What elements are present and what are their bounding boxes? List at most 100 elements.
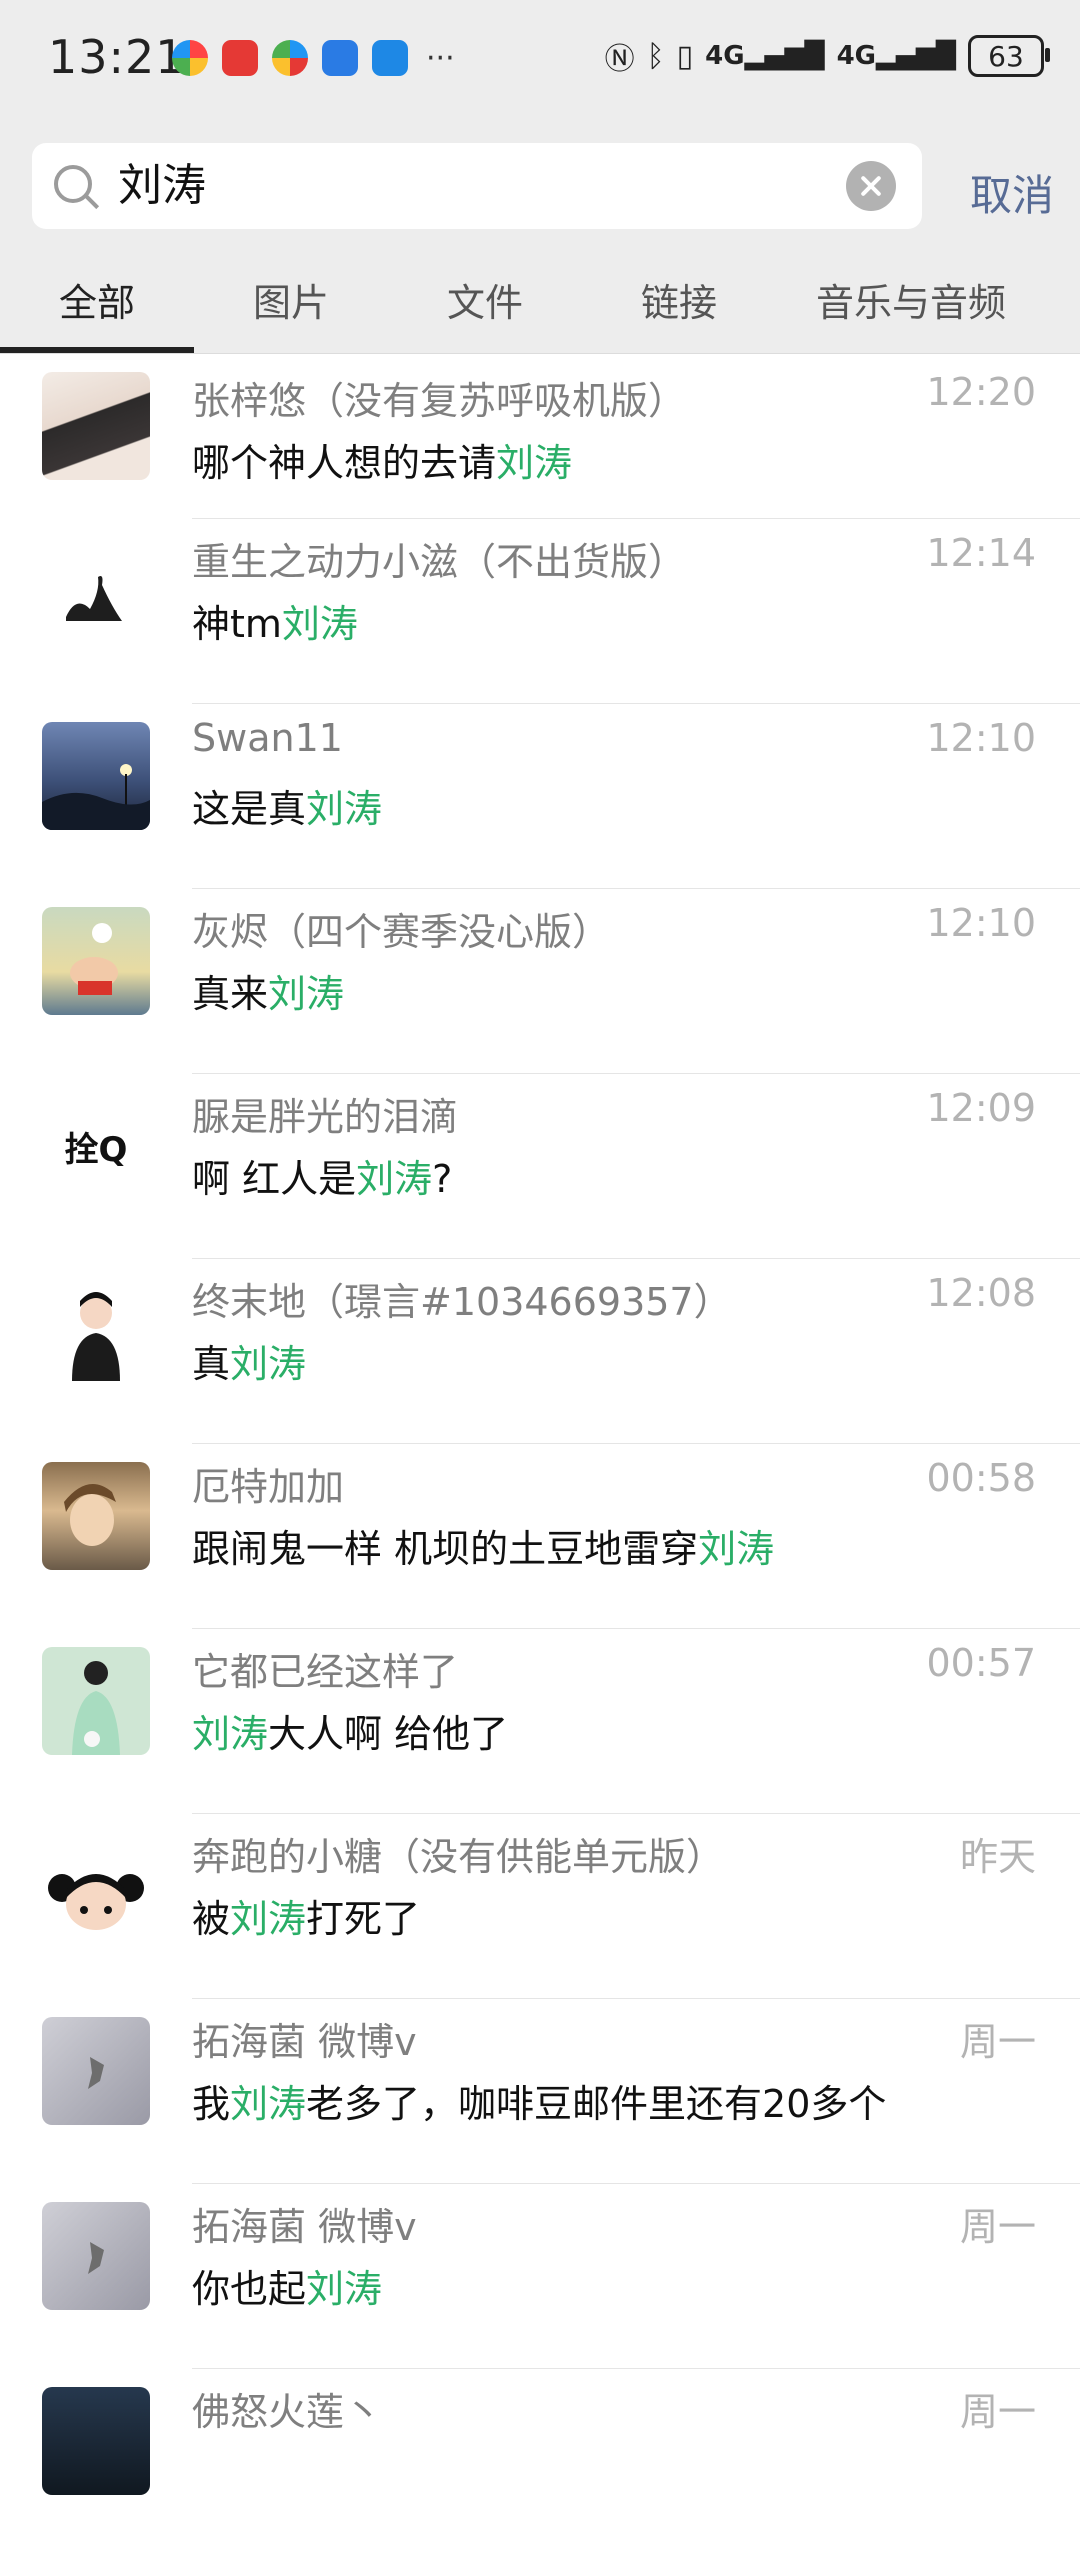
signal-4g-icon: 4G▂▄▆█ [705,41,825,71]
chat-name: 它都已经这样了 [192,1650,459,1694]
list-item[interactable]: 佛怒火莲丶 周一 [0,2369,1080,2554]
message-snippet: 神tm刘涛 [192,602,358,646]
chat-name: 佛怒火莲丶 [192,2390,383,2434]
avatar [42,2387,150,2495]
avatar-text: 拴Q [64,1129,128,1170]
list-item[interactable]: 拓海菌 微博v 周一 我刘涛老多了，咖啡豆邮件里还有20多个 [0,1999,1080,2184]
battery-icon: 63 [968,35,1050,77]
active-tab-indicator [0,347,194,353]
avatar [42,1462,150,1570]
app-notification-icon [172,40,208,76]
chat-name: 脲是胖光的泪滴 [192,1095,459,1139]
cancel-button[interactable]: 取消 [964,161,1060,224]
clock: 13:21 [48,30,186,84]
avatar [42,537,150,645]
avatar [42,722,150,830]
avatar [42,372,150,480]
list-item[interactable]: 厄特加加 00:58 跟闹鬼一样 机坝的土豆地雷穿刘涛 [0,1444,1080,1629]
list-item[interactable]: 重生之动力小滋（不出货版） 12:14 神tm刘涛 [0,519,1080,704]
vibrate-icon: ▯ [676,38,694,74]
tab-all[interactable]: 全部 [0,253,194,353]
chat-name: 拓海菌 微博v [192,2205,417,2249]
chat-app-icon [372,40,408,76]
clear-icon[interactable] [846,161,896,211]
message-snippet: 被刘涛打死了 [192,1897,421,1941]
avatar [42,2017,150,2125]
notification-icons: ··· [172,40,455,76]
list-item[interactable]: 拴Q 脲是胖光的泪滴 12:09 啊 红人是刘涛? [0,1074,1080,1259]
chat-name: 终末地（璟言#1034669357） [192,1280,732,1324]
search-results-list: 张梓悠（没有复苏呼吸机版） 12:20 哪个神人想的去请刘涛 重生之动力小滋（不… [0,354,1080,2554]
tab-files[interactable]: 文件 [388,253,582,353]
chat-name: Swan11 [192,716,343,760]
search-input[interactable] [118,143,838,229]
message-snippet: 跟闹鬼一样 机坝的土豆地雷穿刘涛 [192,1527,775,1571]
message-time: 12:08 [926,1271,1036,1315]
message-time: 周一 [959,2020,1036,2064]
message-time: 周一 [959,2390,1036,2434]
search-box[interactable] [32,143,922,229]
app-notification-icon [272,40,308,76]
list-item[interactable]: 张梓悠（没有复苏呼吸机版） 12:20 哪个神人想的去请刘涛 [0,354,1080,519]
message-snippet: 我刘涛老多了，咖啡豆邮件里还有20多个 [192,2082,887,2126]
huawei-app-icon [222,40,258,76]
avatar [42,2202,150,2310]
battery-level: 63 [988,39,1024,73]
message-snippet: 这是真刘涛 [192,787,383,831]
bluetooth-icon: ᛒ [646,38,665,74]
keyword-highlight: 刘涛 [230,1342,307,1386]
list-item[interactable]: 奔跑的小糖（没有供能单元版） 昨天 被刘涛打死了 [0,1814,1080,1999]
list-item[interactable]: 终末地（璟言#1034669357） 12:08 真刘涛 [0,1259,1080,1444]
filter-tabs: 全部 图片 文件 链接 音乐与音频 [0,253,1080,354]
avatar [42,1832,150,1940]
keyword-highlight: 刘涛 [356,1157,433,1201]
chat-name: 拓海菌 微博v [192,2020,417,2064]
list-item[interactable]: Swan11 12:10 这是真刘涛 [0,704,1080,889]
message-time: 12:20 [926,370,1036,414]
status-bar: 13:21 ··· Ⓝ ᛒ ▯ 4G▂▄▆█ 4G▂▄▆█ 63 [0,0,1080,125]
message-time: 12:10 [926,716,1036,760]
message-snippet: 啊 红人是刘涛? [192,1157,453,1201]
chat-name: 奔跑的小糖（没有供能单元版） [192,1835,725,1879]
list-item[interactable]: 灰烬（四个赛季没心版） 12:10 真来刘涛 [0,889,1080,1074]
keyword-highlight: 刘涛 [496,441,573,485]
message-time: 周一 [959,2205,1036,2249]
message-snippet: 真刘涛 [192,1342,307,1386]
more-notifications-icon: ··· [426,40,455,76]
message-snippet: 刘涛大人啊 给他了 [192,1712,509,1756]
chat-name: 厄特加加 [192,1465,345,1509]
message-time: 12:10 [926,901,1036,945]
message-time: 00:57 [926,1641,1036,1685]
search-header: 取消 [0,125,1080,253]
message-snippet: 哪个神人想的去请刘涛 [192,441,573,485]
keyword-highlight: 刘涛 [281,602,358,646]
message-snippet: 真来刘涛 [192,972,345,1016]
avatar [42,1647,150,1755]
avatar [42,1277,150,1385]
keyword-highlight: 刘涛 [192,1712,269,1756]
message-time: 00:58 [926,1456,1036,1500]
system-icons: Ⓝ ᛒ ▯ 4G▂▄▆█ 4G▂▄▆█ 63 [605,34,1050,78]
message-snippet: 你也起刘涛 [192,2267,383,2311]
message-time: 昨天 [959,1835,1036,1879]
avatar [42,907,150,1015]
chat-name: 张梓悠（没有复苏呼吸机版） [192,379,687,423]
keyword-highlight: 刘涛 [230,2082,307,2126]
keyword-highlight: 刘涛 [306,787,383,831]
chat-name: 灰烬（四个赛季没心版） [192,910,611,954]
keyword-highlight: 刘涛 [698,1527,775,1571]
search-icon [54,165,92,203]
list-item[interactable]: 拓海菌 微博v 周一 你也起刘涛 [0,2184,1080,2369]
avatar: 拴Q [42,1092,150,1200]
signal-4g-icon: 4G▂▄▆█ [836,41,956,71]
keyword-highlight: 刘涛 [230,1897,307,1941]
keyword-highlight: 刘涛 [268,972,345,1016]
app-notification-icon [322,40,358,76]
keyword-highlight: 刘涛 [306,2267,383,2311]
tab-music-audio[interactable]: 音乐与音频 [776,253,1046,353]
message-time: 12:14 [926,531,1036,575]
tab-links[interactable]: 链接 [582,253,776,353]
tab-images[interactable]: 图片 [194,253,388,353]
chat-name: 重生之动力小滋（不出货版） [192,540,687,584]
list-item[interactable]: 它都已经这样了 00:57 刘涛大人啊 给他了 [0,1629,1080,1814]
